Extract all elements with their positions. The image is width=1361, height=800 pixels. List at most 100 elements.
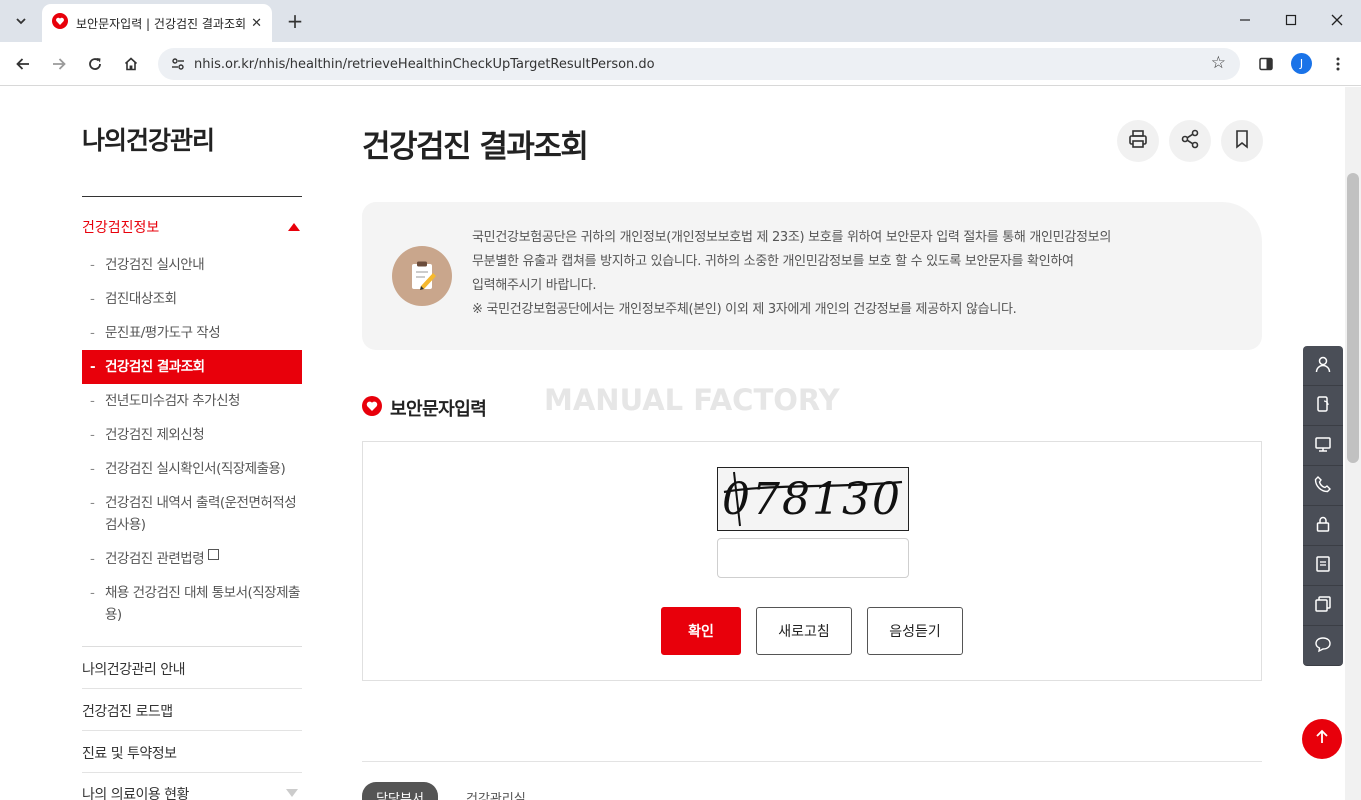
sidebar-title: 나의건강관리 bbox=[82, 126, 215, 155]
back-icon[interactable] bbox=[9, 50, 37, 78]
arrow-up-icon bbox=[1313, 728, 1331, 750]
quick-menu bbox=[1303, 346, 1343, 666]
sidebar-item-checkup-guide[interactable]: - 건강검진 실시안내 bbox=[82, 248, 302, 282]
dash-icon: - bbox=[90, 393, 95, 409]
bookmark-star-icon[interactable]: ☆ bbox=[1211, 53, 1226, 73]
home-icon[interactable] bbox=[117, 50, 145, 78]
monitor-icon bbox=[1314, 435, 1332, 457]
external-link-icon bbox=[208, 549, 220, 560]
sidebar-item-additional-request[interactable]: - 전년도미수검자 추가신청 bbox=[82, 384, 302, 418]
sidebar-item-replacement-notice[interactable]: - 채용 건강검진 대체 통보서(직장제출용) bbox=[82, 576, 302, 632]
notice-line: 무분별한 유출과 캡쳐를 방지하고 있습니다. 귀하의 소중한 개인민감정보를 … bbox=[472, 254, 1074, 269]
notice-text: 국민건강보험공단은 귀하의 개인정보(개인정보보호법 제 23조) 보호를 위하… bbox=[472, 226, 1242, 322]
browser-menu-icon[interactable] bbox=[1324, 50, 1352, 78]
sidebar-menu-roadmap[interactable]: 건강검진 로드맵 bbox=[82, 701, 302, 721]
dash-icon: - bbox=[90, 461, 95, 477]
watermark: MANUAL FACTORY bbox=[544, 383, 840, 417]
bookmark-icon bbox=[1231, 128, 1253, 154]
forward-icon[interactable] bbox=[45, 50, 73, 78]
quick-login-button[interactable] bbox=[1303, 346, 1343, 386]
tab-department[interactable]: 담당부서 bbox=[362, 782, 438, 800]
quick-copy-button[interactable] bbox=[1303, 586, 1343, 626]
chat-icon bbox=[1314, 635, 1332, 657]
sidebar-item-statement-print[interactable]: - 건강검진 내역서 출력(운전면허적성검사용) bbox=[82, 486, 302, 542]
maximize-button[interactable] bbox=[1268, 6, 1314, 34]
quick-remote-button[interactable] bbox=[1303, 426, 1343, 466]
sidebar-submenu: - 건강검진 실시안내 - 검진대상조회 - 문진표/평가도구 작성 - 건강검진 결과… bbox=[82, 248, 302, 632]
notice-line: ※ 국민건강보험공단에서는 개인정보주체(본인) 이외 제 3자에게 개인의 건… bbox=[472, 302, 1017, 317]
scroll-top-button[interactable] bbox=[1302, 719, 1342, 759]
captcha-image: 078130 bbox=[717, 467, 909, 531]
captcha-input[interactable] bbox=[717, 538, 909, 578]
minimize-button[interactable] bbox=[1222, 6, 1268, 34]
share-icon bbox=[1179, 128, 1201, 154]
page-title: 건강검진 결과조회 bbox=[362, 129, 589, 165]
dash-icon: - bbox=[90, 359, 96, 375]
sidebar-divider bbox=[82, 646, 302, 647]
section-header: 보안문자입력 bbox=[362, 395, 487, 421]
confirm-button[interactable]: 확인 bbox=[661, 607, 741, 655]
sidebar-item-label: 문진표/평가도구 작성 bbox=[105, 325, 221, 341]
close-window-button[interactable] bbox=[1314, 6, 1360, 34]
sidebar-item-label: 건강검진 제외신청 bbox=[105, 427, 205, 443]
expand-arrow-icon bbox=[286, 789, 298, 797]
quick-mobile-button[interactable] bbox=[1303, 386, 1343, 426]
address-bar[interactable]: nhis.or.kr/nhis/healthin/retrieveHealthi… bbox=[158, 48, 1240, 80]
web-page: 나의건강관리 건강검진정보 - 건강검진 실시안내 - 검진대상조회 - 문진표/평가… bbox=[0, 87, 1361, 800]
print-icon bbox=[1127, 128, 1149, 154]
sidebar-menu-medical-usage[interactable]: 나의 의료이용 현황 bbox=[82, 784, 302, 800]
site-info-icon[interactable] bbox=[164, 56, 192, 72]
mobile-icon bbox=[1314, 395, 1332, 417]
sidebar-item-target-lookup[interactable]: - 검진대상조회 bbox=[82, 282, 302, 316]
dash-icon: - bbox=[90, 257, 95, 273]
page-scrollbar[interactable] bbox=[1345, 87, 1361, 800]
document-icon bbox=[1314, 555, 1332, 577]
browser-toolbar: nhis.or.kr/nhis/healthin/retrieveHealthi… bbox=[0, 42, 1361, 86]
dash-icon: - bbox=[90, 427, 95, 443]
tab-close-icon[interactable]: ✕ bbox=[251, 16, 262, 31]
dash-icon: - bbox=[90, 495, 95, 511]
url-text: nhis.or.kr/nhis/healthin/retrieveHealthi… bbox=[194, 56, 655, 72]
bookmark-button[interactable] bbox=[1221, 120, 1263, 162]
audio-captcha-button[interactable]: 음성듣기 bbox=[867, 607, 963, 655]
tab-search-button[interactable] bbox=[8, 8, 34, 34]
browser-tab[interactable]: 보안문자입력 | 건강검진 결과조회 ✕ bbox=[42, 4, 272, 42]
sidebar-item-label: 건강검진 관련법령 bbox=[105, 551, 205, 567]
profile-avatar[interactable]: J bbox=[1291, 53, 1312, 74]
sidebar-item-confirmation[interactable]: - 건강검진 실시확인서(직장제출용) bbox=[82, 452, 302, 486]
user-icon bbox=[1314, 355, 1332, 377]
lock-icon bbox=[1314, 515, 1332, 537]
sidebar-item-label: 검진대상조회 bbox=[105, 291, 177, 307]
sidebar-menu-treatment-info[interactable]: 진료 및 투약정보 bbox=[82, 743, 302, 763]
dash-icon: - bbox=[90, 291, 95, 307]
sidebar-item-questionnaire[interactable]: - 문진표/평가도구 작성 bbox=[82, 316, 302, 350]
sidebar-item-result-lookup[interactable]: - 건강검진 결과조회 bbox=[82, 350, 302, 384]
copy-icon bbox=[1314, 595, 1332, 617]
quick-call-button[interactable] bbox=[1303, 466, 1343, 506]
new-tab-button[interactable]: + bbox=[282, 8, 308, 34]
notice-line: 국민건강보험공단은 귀하의 개인정보(개인정보보호법 제 23조) 보호를 위하… bbox=[472, 230, 1111, 245]
refresh-captcha-button[interactable]: 새로고침 bbox=[756, 607, 852, 655]
sidebar-item-label: 건강검진 결과조회 bbox=[105, 359, 205, 375]
reload-icon[interactable] bbox=[81, 50, 109, 78]
scrollbar-thumb[interactable] bbox=[1347, 173, 1359, 463]
menu-divider bbox=[82, 772, 302, 773]
dash-icon: - bbox=[90, 325, 95, 341]
share-button[interactable] bbox=[1169, 120, 1211, 162]
quick-document-button[interactable] bbox=[1303, 546, 1343, 586]
quick-certificate-button[interactable] bbox=[1303, 506, 1343, 546]
side-panel-icon[interactable] bbox=[1252, 50, 1280, 78]
sidebar-item-label: 전년도미수검자 추가신청 bbox=[105, 393, 240, 409]
sidebar-item-label: 건강검진 실시안내 bbox=[105, 257, 205, 273]
captcha-panel: 078130 확인 새로고침 음성듣기 bbox=[362, 441, 1262, 681]
tab-health-management[interactable]: 건강관리실 bbox=[466, 782, 526, 800]
phone-icon bbox=[1314, 475, 1332, 497]
sidebar-menu-health-guide[interactable]: 나의건강관리 안내 bbox=[82, 659, 302, 679]
sidebar-item-exclusion-request[interactable]: - 건강검진 제외신청 bbox=[82, 418, 302, 452]
sidebar-section-toggle[interactable]: 건강검진정보 bbox=[82, 217, 302, 237]
site-favicon-icon bbox=[52, 13, 68, 33]
sidebar-item-related-laws[interactable]: - 건강검진 관련법령 bbox=[82, 542, 302, 576]
print-button[interactable] bbox=[1117, 120, 1159, 162]
dash-icon: - bbox=[90, 551, 95, 567]
quick-chat-button[interactable] bbox=[1303, 626, 1343, 666]
